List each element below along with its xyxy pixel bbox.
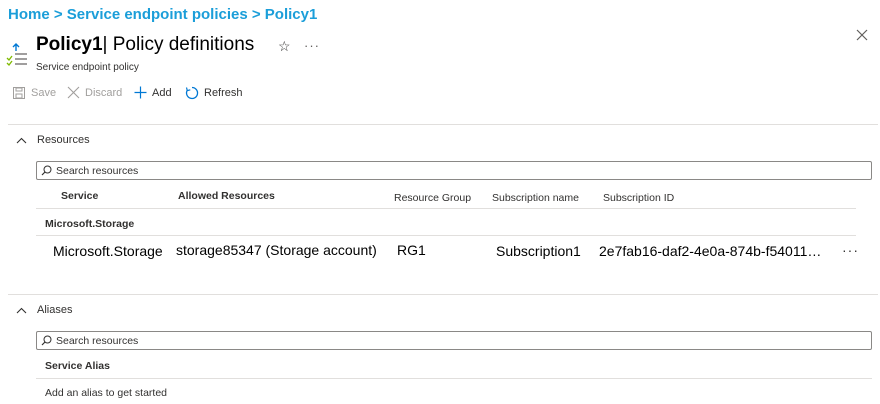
refresh-icon xyxy=(185,86,199,100)
chevron-up-icon xyxy=(16,137,27,143)
column-header-subscription-id[interactable]: Subscription ID xyxy=(603,192,674,204)
discard-label: Discard xyxy=(85,86,123,99)
search-icon xyxy=(41,165,52,176)
aliases-section-toggle[interactable]: Aliases xyxy=(16,304,72,316)
aliases-search-input[interactable]: Search resources xyxy=(36,331,872,350)
column-header-service-alias[interactable]: Service Alias xyxy=(45,360,110,372)
breadcrumb-separator: > xyxy=(251,6,261,23)
row-resource-group: RG1 xyxy=(397,242,426,258)
save-label: Save xyxy=(31,87,57,99)
row-allowed-resources: storage85347 (Storage account) xyxy=(176,242,377,258)
discard-button[interactable]: Discard xyxy=(67,86,122,99)
page-title: Policy1| Policy definitions xyxy=(36,34,254,56)
resources-search-input[interactable]: Search resources xyxy=(36,161,872,180)
aliases-empty-message: Add an alias to get started xyxy=(45,387,167,399)
row-subscription-id: 2e7fab16-daf2-4e0a-874b-f54011… xyxy=(599,243,822,259)
breadcrumb-policy1[interactable]: Policy1 xyxy=(265,6,318,23)
breadcrumb: Home > Service endpoint policies > Polic… xyxy=(8,6,317,23)
breadcrumb-home[interactable]: Home xyxy=(8,6,50,23)
resources-section-toggle[interactable]: Resources xyxy=(16,134,90,146)
star-icon[interactable]: ☆ xyxy=(278,38,291,55)
save-icon xyxy=(13,87,25,99)
refresh-label: Refresh xyxy=(204,87,243,99)
discard-icon xyxy=(67,86,80,99)
close-icon[interactable] xyxy=(855,28,869,42)
aliases-header-divider xyxy=(36,378,872,379)
policy-definitions-icon xyxy=(6,43,27,66)
more-options-icon[interactable]: ··· xyxy=(304,38,320,53)
section-divider xyxy=(8,294,878,295)
search-icon xyxy=(41,335,52,346)
breadcrumb-service-endpoint-policies[interactable]: Service endpoint policies xyxy=(67,6,248,23)
add-label: Add xyxy=(152,86,172,99)
page-title-policy: Policy1 xyxy=(36,34,103,55)
table-group-divider xyxy=(36,235,856,236)
aliases-section-label: Aliases xyxy=(37,304,73,316)
column-header-resource-group[interactable]: Resource Group xyxy=(394,192,471,204)
column-header-service[interactable]: Service xyxy=(61,190,98,202)
row-more-options-icon[interactable]: ··· xyxy=(842,242,859,258)
page-subtitle: Service endpoint policy xyxy=(36,62,139,73)
plus-icon xyxy=(134,86,147,99)
refresh-button[interactable]: Refresh xyxy=(185,86,243,100)
row-service: Microsoft.Storage xyxy=(53,243,163,259)
aliases-search-placeholder: Search resources xyxy=(56,334,139,347)
resources-section-label: Resources xyxy=(37,134,90,146)
add-button[interactable]: Add xyxy=(134,86,172,99)
column-header-subscription-name[interactable]: Subscription name xyxy=(492,192,579,204)
chevron-up-icon xyxy=(16,307,27,313)
table-header-divider xyxy=(36,208,856,209)
page-title-section: | Policy definitions xyxy=(102,34,255,55)
table-group-header: Microsoft.Storage xyxy=(45,218,135,230)
row-subscription-name: Subscription1 xyxy=(496,243,581,259)
toolbar-divider xyxy=(8,124,878,125)
breadcrumb-separator: > xyxy=(53,6,63,23)
resources-search-placeholder: Search resources xyxy=(56,164,139,177)
save-button[interactable]: Save xyxy=(12,86,56,100)
column-header-allowed-resources[interactable]: Allowed Resources xyxy=(178,190,275,202)
